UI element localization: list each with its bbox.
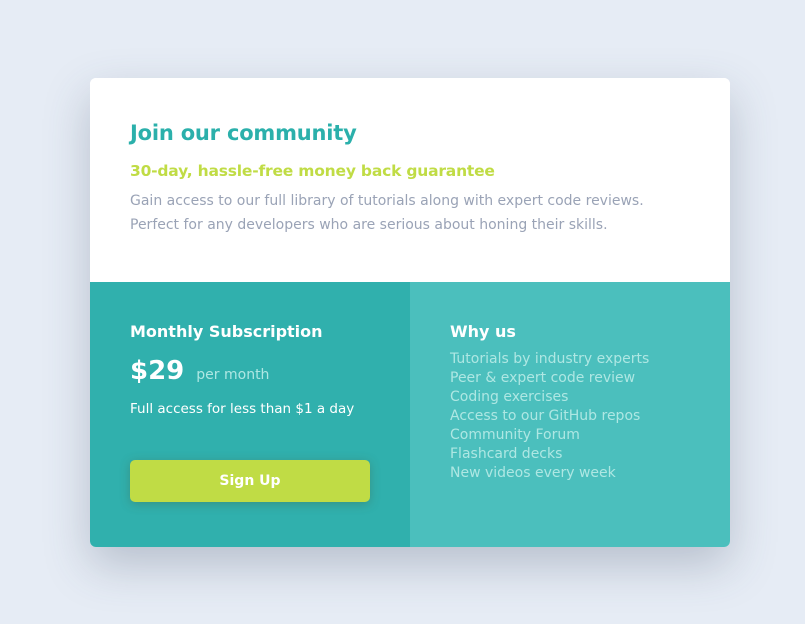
- subscription-panel: Monthly Subscription $29 per month Full …: [90, 282, 410, 547]
- feature-item: Peer & expert code review: [450, 370, 636, 386]
- access-note: Full access for less than $1 a day: [130, 401, 355, 417]
- why-us-panel: Why us Tutorials by industry experts Pee…: [410, 282, 730, 547]
- feature-item: Flashcard decks: [450, 446, 563, 462]
- feature-list: Tutorials by industry experts Peer & exp…: [450, 350, 690, 483]
- feature-item: Tutorials by industry experts: [450, 351, 650, 367]
- card-body: Monthly Subscription $29 per month Full …: [90, 282, 730, 547]
- price-period: per month: [196, 367, 270, 383]
- why-us-heading: Why us: [450, 322, 516, 341]
- price-row: $29 per month: [130, 356, 365, 386]
- card-header: Join our community 30-day, hassle-free m…: [90, 78, 730, 282]
- sign-up-button[interactable]: Sign Up: [130, 460, 370, 502]
- feature-item: New videos every week: [450, 465, 616, 481]
- subscription-heading: Monthly Subscription: [130, 322, 323, 341]
- feature-item: Coding exercises: [450, 389, 569, 405]
- pricing-card: Join our community 30-day, hassle-free m…: [90, 78, 730, 547]
- guarantee-subtitle: 30-day, hassle-free money back guarantee: [130, 162, 495, 180]
- card-title: Join our community: [130, 121, 357, 145]
- card-description: Gain access to our full library of tutor…: [130, 193, 644, 233]
- price-amount: $29: [130, 356, 185, 386]
- feature-item: Access to our GitHub repos: [450, 408, 641, 424]
- feature-item: Community Forum: [450, 427, 580, 443]
